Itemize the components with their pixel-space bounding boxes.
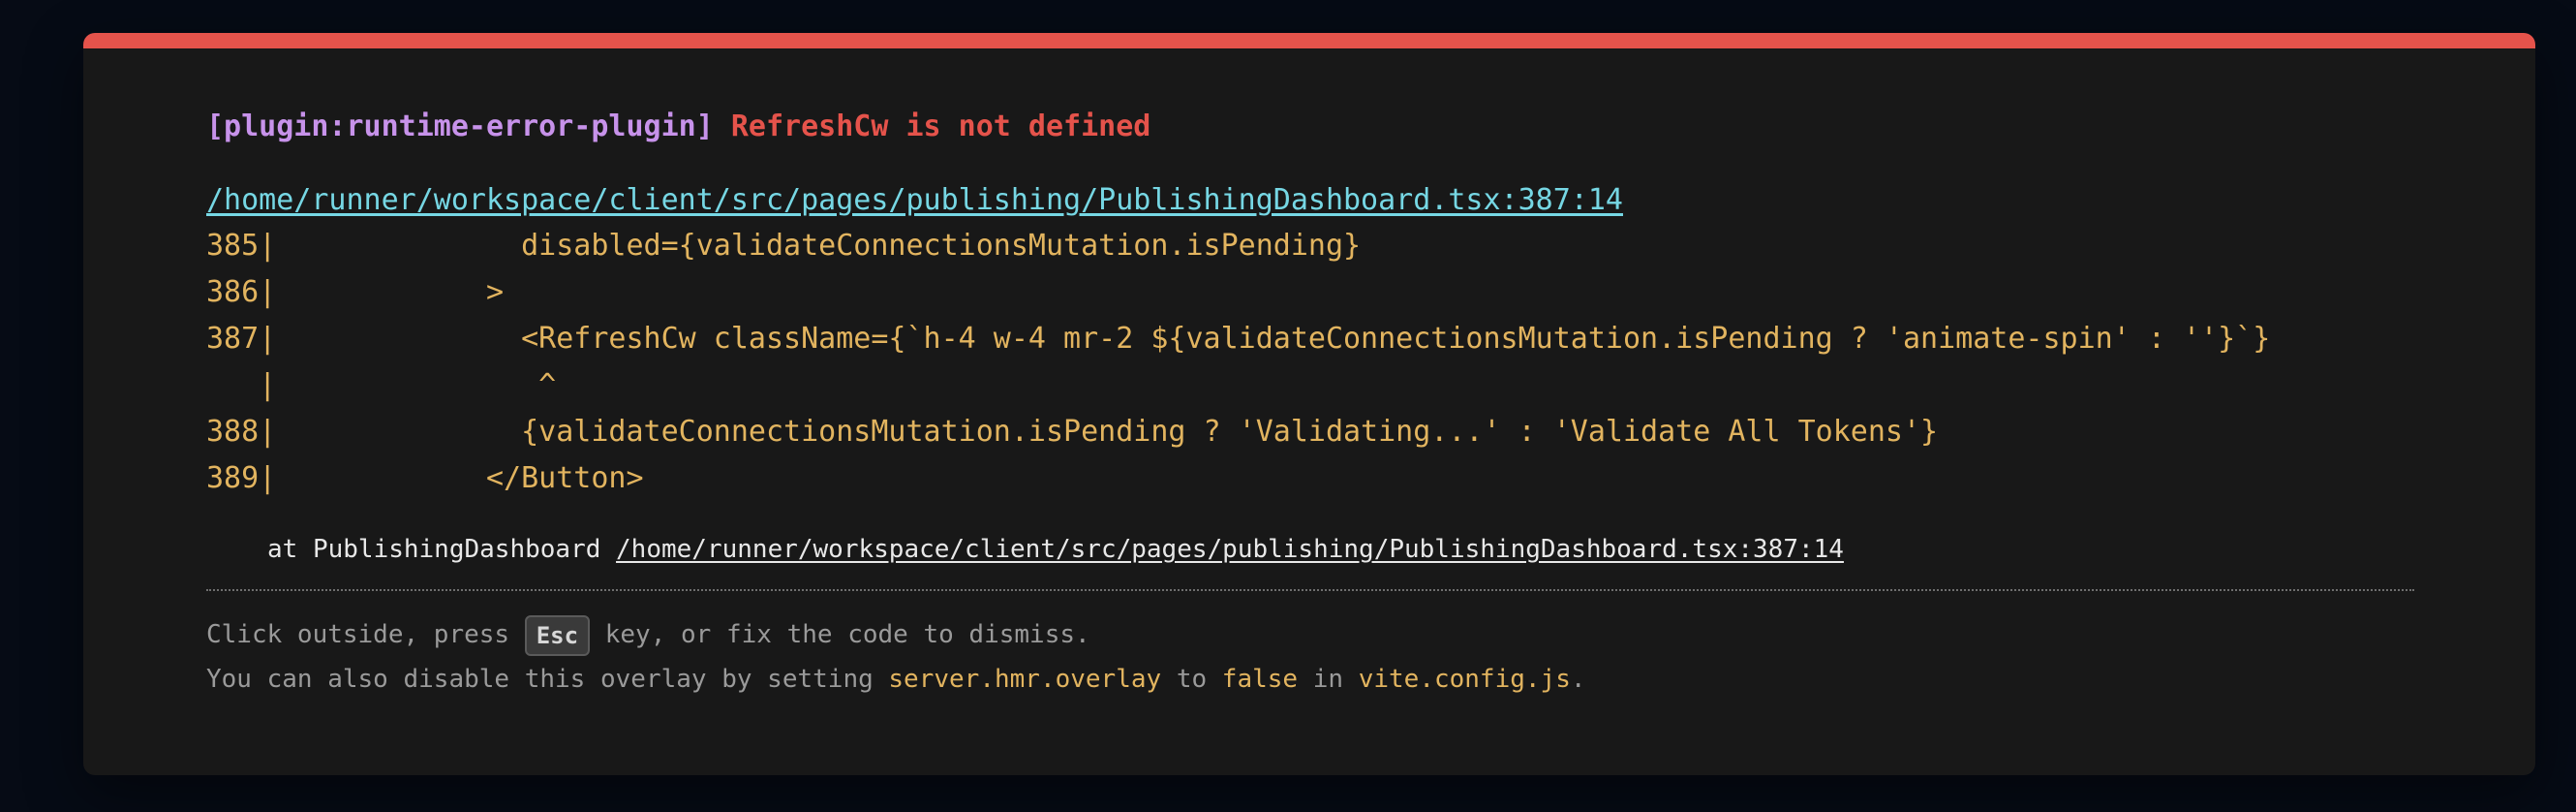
code-line: 386| > <box>206 275 505 309</box>
code-caret-line: | ^ <box>206 368 557 402</box>
error-text: RefreshCw is not defined <box>730 109 1151 143</box>
tip-text: You can also disable this overlay by set… <box>206 665 889 694</box>
tip-text: to <box>1161 665 1222 694</box>
tip-text: key, or fix the code to dismiss. <box>590 620 1090 649</box>
error-overlay: [plugin:runtime-error-plugin] RefreshCw … <box>83 33 2535 775</box>
error-file-link[interactable]: /home/runner/workspace/client/src/pages/… <box>206 180 1623 221</box>
dismiss-tip: Click outside, press Esc key, or fix the… <box>206 612 2412 702</box>
code-line: 387| <RefreshCw className={`h-4 w-4 mr-2… <box>206 322 2271 356</box>
tip-text: in <box>1298 665 1359 694</box>
stack-prefix: at PublishingDashboard <box>267 535 617 564</box>
code-line: 385| disabled={validateConnectionsMutati… <box>206 229 1362 263</box>
overlay-content: [plugin:runtime-error-plugin] RefreshCw … <box>206 107 2414 702</box>
tip-text: . <box>1570 665 1586 694</box>
stack-trace: at PublishingDashboard /home/runner/work… <box>206 531 2412 568</box>
tip-text: Click outside, press <box>206 620 525 649</box>
code-frame: 385| disabled={validateConnectionsMutati… <box>206 223 2412 502</box>
code-line: 389| </Button> <box>206 461 644 495</box>
error-message: [plugin:runtime-error-plugin] RefreshCw … <box>206 107 2412 147</box>
stack-file-link[interactable]: /home/runner/workspace/client/src/pages/… <box>616 535 1844 564</box>
config-file: vite.config.js <box>1358 665 1571 694</box>
esc-key-badge: Esc <box>524 614 591 656</box>
config-key: server.hmr.overlay <box>888 665 1162 694</box>
plugin-tag: [plugin:runtime-error-plugin] <box>206 109 714 143</box>
code-line: 388| {validateConnectionsMutation.isPend… <box>206 415 1939 449</box>
divider <box>206 589 2414 591</box>
config-value: false <box>1221 665 1299 694</box>
